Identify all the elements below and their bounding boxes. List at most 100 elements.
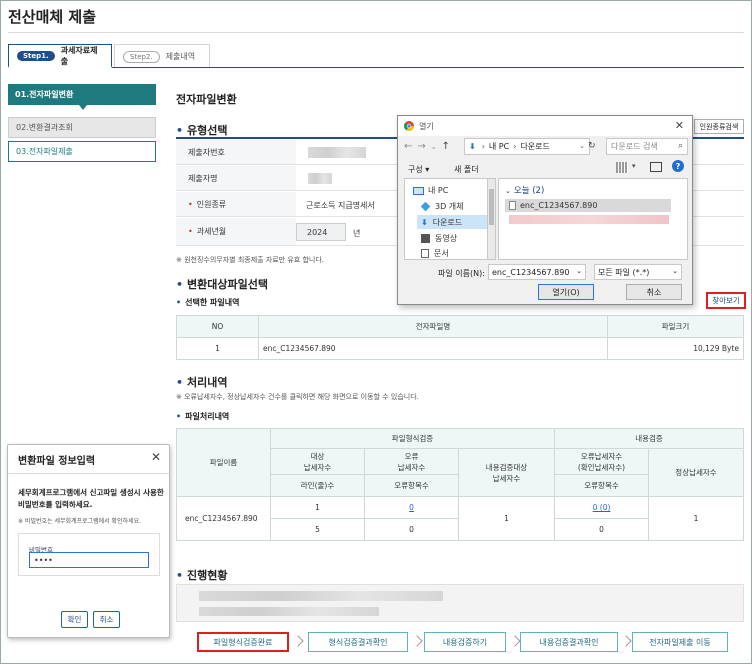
password-box: 비밀번호 •••• xyxy=(18,533,160,576)
process-table: 파일이름 파일형식검증 내용검증 대상 납세자수 오류 납세자수 내용검증대상 … xyxy=(176,428,744,541)
cell-error: 0 xyxy=(364,496,459,519)
tab-step-badge: Step1. xyxy=(17,50,55,61)
tab-submit[interactable]: Step1. 과세자료제출 xyxy=(8,44,112,68)
cell-content-target: 1 xyxy=(458,496,555,541)
breadcrumb-separator: › xyxy=(481,142,485,151)
address-bar[interactable]: ⬇ › 내 PC › 다운로드 ⌄ xyxy=(464,138,590,155)
chrome-icon xyxy=(404,121,414,131)
cell-no: 1 xyxy=(176,337,259,360)
filename-label: 파일 이름(N): xyxy=(438,269,485,278)
chevron-down-icon[interactable]: ▾ xyxy=(632,162,636,170)
chevron-down-icon[interactable]: ⌄ xyxy=(431,143,442,151)
up-arrow-icon[interactable]: ↑ xyxy=(442,141,455,152)
download-arrow-icon: ⬇ xyxy=(421,217,428,227)
tree-item-videos[interactable]: 동영상 xyxy=(421,233,457,244)
content-check-button[interactable]: 내용검증하기 xyxy=(424,632,506,652)
cell-filename: enc_C1234567.890 xyxy=(258,337,608,360)
folder-tree: 내 PC 3D 개체 ⬇ 다운로드 동영상 문서 xyxy=(404,178,496,260)
scrollbar-thumb[interactable] xyxy=(489,189,494,225)
cell-size: 10,129 Byte xyxy=(607,337,744,360)
tree-item-label: 문서 xyxy=(434,249,449,258)
redacted-progress-line xyxy=(199,607,379,616)
file-sub-title: 선택한 파일내역 xyxy=(176,297,239,308)
title-divider xyxy=(8,32,744,33)
password-modal: 변환파일 정보입력 ✕ 세무회계프로그램에서 신고파일 생성시 사용한 비밀번호… xyxy=(7,444,170,638)
chevron-down-icon[interactable]: ⌄ xyxy=(579,142,585,150)
tree-scrollbar[interactable] xyxy=(487,178,496,260)
col-header-normal: 정상납세자수 xyxy=(648,448,744,497)
browse-button[interactable]: 찾아보기 xyxy=(706,292,746,309)
tax-year-input[interactable]: 2024 xyxy=(296,223,346,241)
open-button[interactable]: 열기(O) xyxy=(538,284,594,300)
file-group-header[interactable]: ⌄ 오늘 (2) xyxy=(505,184,544,196)
password-input[interactable]: •••• xyxy=(29,552,149,568)
format-check-done-button[interactable]: 파일형식검증완료 xyxy=(197,632,289,652)
tree-item-label: 내 PC xyxy=(428,186,449,195)
progress-section-title: 진행현황 xyxy=(176,567,227,583)
step-submit[interactable]: 03.전자파일제출 xyxy=(8,141,156,162)
chevron-down-icon: ⌄ xyxy=(672,267,678,275)
go-submit-button[interactable]: 전자파일제출 이동 xyxy=(632,632,728,652)
search-placeholder: 다운로드 검색 xyxy=(611,142,658,151)
col-header-content: 내용검증 xyxy=(554,428,744,449)
refresh-icon[interactable]: ↻ xyxy=(588,141,596,151)
breadcrumb-item[interactable]: 다운로드 xyxy=(520,141,549,152)
confirm-button[interactable]: 확인 xyxy=(61,611,88,628)
file-icon xyxy=(509,201,516,210)
breadcrumb-item[interactable]: 내 PC xyxy=(489,141,509,152)
cell-content-error-items: 0 xyxy=(554,518,649,541)
forward-arrow-icon[interactable]: → xyxy=(417,141,430,152)
tree-item-pc[interactable]: 내 PC xyxy=(413,185,448,196)
file-type-value: 모든 파일 (*.*) xyxy=(598,267,650,277)
form-label: 제출자번호 xyxy=(176,140,296,164)
redacted-value xyxy=(308,173,332,184)
preview-pane-icon[interactable] xyxy=(650,162,662,172)
tree-item-label: 다운로드 xyxy=(432,217,463,227)
form-label: 제출자명 xyxy=(176,166,296,190)
view-options-icon[interactable] xyxy=(616,162,628,173)
tree-item-documents[interactable]: 문서 xyxy=(421,248,449,259)
col-header-lines: 라인(줄)수 xyxy=(270,474,365,497)
password-value: •••• xyxy=(34,555,53,565)
close-icon[interactable]: ✕ xyxy=(151,450,161,464)
file-item[interactable]: enc_C1234567.890 xyxy=(505,199,671,212)
tree-item-3d[interactable]: 3D 개체 xyxy=(420,201,464,212)
content-result-button[interactable]: 내용검증결과확인 xyxy=(520,632,618,652)
format-result-button[interactable]: 형식검증결과확인 xyxy=(308,632,408,652)
new-folder-button[interactable]: 새 폴더 xyxy=(454,164,479,175)
help-icon[interactable]: ? xyxy=(672,160,684,172)
modal-description: 세무회계프로그램에서 신고파일 생성시 사용한 비밀번호를 입력하세요. xyxy=(18,488,164,509)
step-convert[interactable]: 01.전자파일변환 xyxy=(8,84,156,105)
file-type-select[interactable]: 모든 파일 (*.*) ⌄ xyxy=(594,264,682,280)
tab-history[interactable]: Step2. 제출내역 xyxy=(114,44,210,68)
step-arrow-icon xyxy=(79,105,87,110)
organize-menu[interactable]: 구성 ▾ xyxy=(408,164,429,175)
search-input[interactable]: 다운로드 검색 ⌕ xyxy=(606,138,688,155)
filename-value: enc_C1234567.890 xyxy=(492,267,570,277)
redacted-file-item[interactable] xyxy=(509,215,669,224)
dialog-title: 열기 xyxy=(419,121,434,131)
col-header-format: 파일형식검증 xyxy=(270,428,555,449)
col-header-error-items: 오류항목수 xyxy=(364,474,459,497)
chevron-down-icon: ⌄ xyxy=(505,187,511,195)
process-note: ※ 오류납세자수, 정상납세자수 건수를 클릭하면 해당 화면으로 이동할 수 … xyxy=(176,393,419,401)
close-icon[interactable]: ✕ xyxy=(675,119,684,132)
col-header-filename: 전자파일명 xyxy=(258,315,608,338)
step-result[interactable]: 02.변환결과조회 xyxy=(8,117,156,138)
modal-divider xyxy=(8,473,169,474)
content-error-link[interactable]: 0 (0) xyxy=(593,503,611,512)
tab-label: 제출내역 xyxy=(165,52,196,61)
back-arrow-icon[interactable]: ← xyxy=(404,141,417,152)
dialog-cancel-button[interactable]: 취소 xyxy=(626,284,682,300)
filename-input[interactable]: enc_C1234567.890 ⌄ xyxy=(488,264,586,280)
error-count-link[interactable]: 0 xyxy=(409,503,414,512)
cube-icon xyxy=(420,201,431,212)
tax-year-unit: 년 xyxy=(353,229,361,238)
redacted-progress-line xyxy=(199,591,443,601)
tree-item-downloads[interactable]: ⬇ 다운로드 xyxy=(417,215,495,229)
tab-label: 과세자료제출 xyxy=(60,45,98,66)
person-type-search-button[interactable]: 인원종류검색 xyxy=(694,119,744,134)
modal-cancel-button[interactable]: 취소 xyxy=(93,611,120,628)
chevron-down-icon[interactable]: ⌄ xyxy=(576,267,582,275)
modal-title: 변환파일 정보입력 xyxy=(18,456,96,467)
